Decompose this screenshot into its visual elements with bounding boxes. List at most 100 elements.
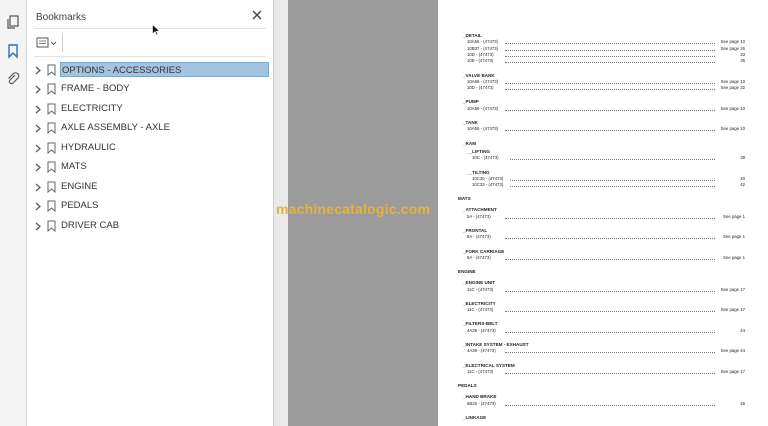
leader-dots: [505, 311, 715, 313]
leader-dots: [505, 290, 715, 292]
doc-page-reference: See page 44: [720, 348, 745, 354]
doc-page-reference: 40: [740, 175, 745, 181]
doc-entry-code: 10A56 - (47473): [467, 39, 499, 45]
doc-page-reference: See page 10: [720, 78, 745, 84]
doc-page-reference: 38: [740, 155, 745, 161]
doc-page-reference: 44: [740, 327, 745, 333]
chevron-right-icon[interactable]: [34, 85, 42, 94]
doc-subheading: _ELECTRICITY: [463, 300, 496, 306]
doc-page-reference: See page 10: [720, 126, 745, 132]
doc-entry-code: 10A56 - (47473): [467, 126, 499, 132]
doc-entry-code: 10A56 - (47473): [467, 105, 499, 111]
doc-subheading: _HAND BRAKE: [463, 394, 497, 400]
watermark: machinecatalogic.com: [276, 201, 431, 217]
doc-section-heading: ENGINE: [458, 269, 476, 275]
doc-subheading: _ENGINE UNIT: [463, 280, 496, 286]
bookmark-icon[interactable]: [5, 43, 21, 59]
bookmark-item[interactable]: OPTIONS - ACCESSORIES: [31, 62, 269, 79]
bookmark-icon: [47, 142, 56, 154]
bookmark-icon: [47, 103, 56, 115]
leader-dots: [505, 130, 715, 132]
doc-page-reference: See page 10: [720, 105, 745, 111]
bookmark-label: PEDALS: [61, 200, 99, 211]
divider: [34, 56, 266, 57]
mouse-cursor-icon: [152, 24, 160, 36]
leader-dots: [505, 109, 715, 111]
doc-entry-code: 5A - (47473): [467, 213, 491, 219]
bookmark-label: OPTIONS - ACCESSORIES: [60, 62, 269, 77]
bookmark-icon: [47, 122, 56, 134]
doc-subheading: _INTAKE SYSTEM - EXHAUST: [463, 342, 529, 347]
doc-entry-code: 10C - (47473): [472, 155, 499, 161]
chevron-right-icon[interactable]: [34, 183, 42, 192]
doc-subheading: __TILTING: [467, 169, 490, 175]
doc-page-reference: See page 1: [723, 254, 745, 260]
attachment-icon[interactable]: [5, 71, 21, 87]
doc-entry-code: 6B26 - (47473): [467, 400, 496, 406]
leader-dots: [505, 49, 715, 51]
doc-page-reference: See page 32: [720, 85, 745, 91]
bookmark-label: MATS: [61, 161, 87, 172]
doc-subheading: _ELECTRICAL SYSTEM: [463, 362, 515, 368]
doc-page-reference: See page 10: [720, 39, 745, 45]
bookmark-item[interactable]: MATS: [31, 159, 269, 176]
doc-entry-code: 10C30 - (47473): [472, 175, 504, 181]
bookmark-icon: [47, 161, 56, 173]
bookmark-item[interactable]: FRAME - BODY: [31, 81, 269, 98]
doc-subheading: _TANK: [463, 120, 478, 125]
bookmarks-panel: Bookmarks OPTIONS - ACCESSORIES FRAME - B…: [27, 0, 273, 426]
doc-entry-code: 5A - (47473): [467, 234, 491, 240]
leader-dots: [505, 372, 715, 374]
doc-page-reference: See page 1: [723, 234, 745, 240]
bookmark-item[interactable]: ENGINE: [31, 179, 269, 196]
doc-page-reference: See page 17: [720, 286, 745, 292]
chevron-right-icon[interactable]: [34, 66, 42, 75]
toolbar-divider: [62, 34, 63, 52]
bookmark-label: HYDRAULIC: [61, 142, 116, 153]
leader-dots: [505, 404, 715, 406]
close-icon[interactable]: [250, 8, 264, 22]
doc-section-heading: MATS: [458, 196, 471, 202]
pages-icon[interactable]: [5, 14, 21, 30]
doc-page-reference: 46: [740, 400, 745, 406]
doc-page-reference: 33: [740, 51, 745, 57]
chevron-right-icon[interactable]: [34, 124, 42, 133]
bookmark-item[interactable]: ELECTRICITY: [31, 101, 269, 118]
doc-subheading: __LIFTING: [467, 148, 490, 154]
leader-dots: [510, 159, 715, 161]
doc-entry-code: 5A - (47473): [467, 254, 491, 260]
doc-page-reference: See page 17: [720, 368, 745, 374]
bookmark-item[interactable]: DRIVER CAB: [31, 218, 269, 235]
leader-dots: [510, 186, 715, 188]
doc-entry-code: 4A39 - (47473): [467, 327, 496, 333]
bookmark-icon: [47, 64, 56, 76]
bookmark-item[interactable]: AXLE ASSEMBLY - AXLE: [31, 120, 269, 137]
doc-page-reference: 42: [740, 182, 745, 188]
leader-dots: [505, 82, 715, 84]
options-menu-button[interactable]: [36, 37, 60, 49]
doc-entry-code: 10D - (47473): [467, 51, 494, 57]
doc-entry-code: 11C - (47473): [467, 307, 494, 313]
doc-subheading: _LINKAGE: [463, 414, 487, 420]
doc-page-reference: 35: [740, 58, 745, 64]
bookmark-label: ENGINE: [61, 181, 98, 192]
doc-subheading: _RAM: [463, 140, 477, 146]
chevron-right-icon[interactable]: [34, 222, 42, 231]
chevron-right-icon[interactable]: [34, 202, 42, 211]
chevron-right-icon[interactable]: [34, 105, 42, 114]
leader-dots: [505, 331, 715, 333]
leader-dots: [505, 55, 715, 57]
navigation-rail: [0, 0, 27, 426]
doc-subheading: _VALVE BANK: [463, 72, 495, 78]
doc-entry-code: 11C - (47473): [467, 286, 494, 292]
panel-title: Bookmarks: [36, 12, 87, 23]
chevron-right-icon[interactable]: [34, 163, 42, 172]
doc-subheading: _PUMP: [463, 99, 479, 105]
bookmark-item[interactable]: HYDRAULIC: [31, 140, 269, 157]
leader-dots: [505, 89, 715, 91]
chevron-right-icon[interactable]: [34, 144, 42, 153]
bookmark-item[interactable]: PEDALS: [31, 198, 269, 215]
doc-entry-code: 10A56 - (47473): [467, 78, 499, 84]
doc-entry-code: 4A39 - (47473): [467, 348, 496, 354]
bookmark-label: DRIVER CAB: [61, 220, 120, 231]
